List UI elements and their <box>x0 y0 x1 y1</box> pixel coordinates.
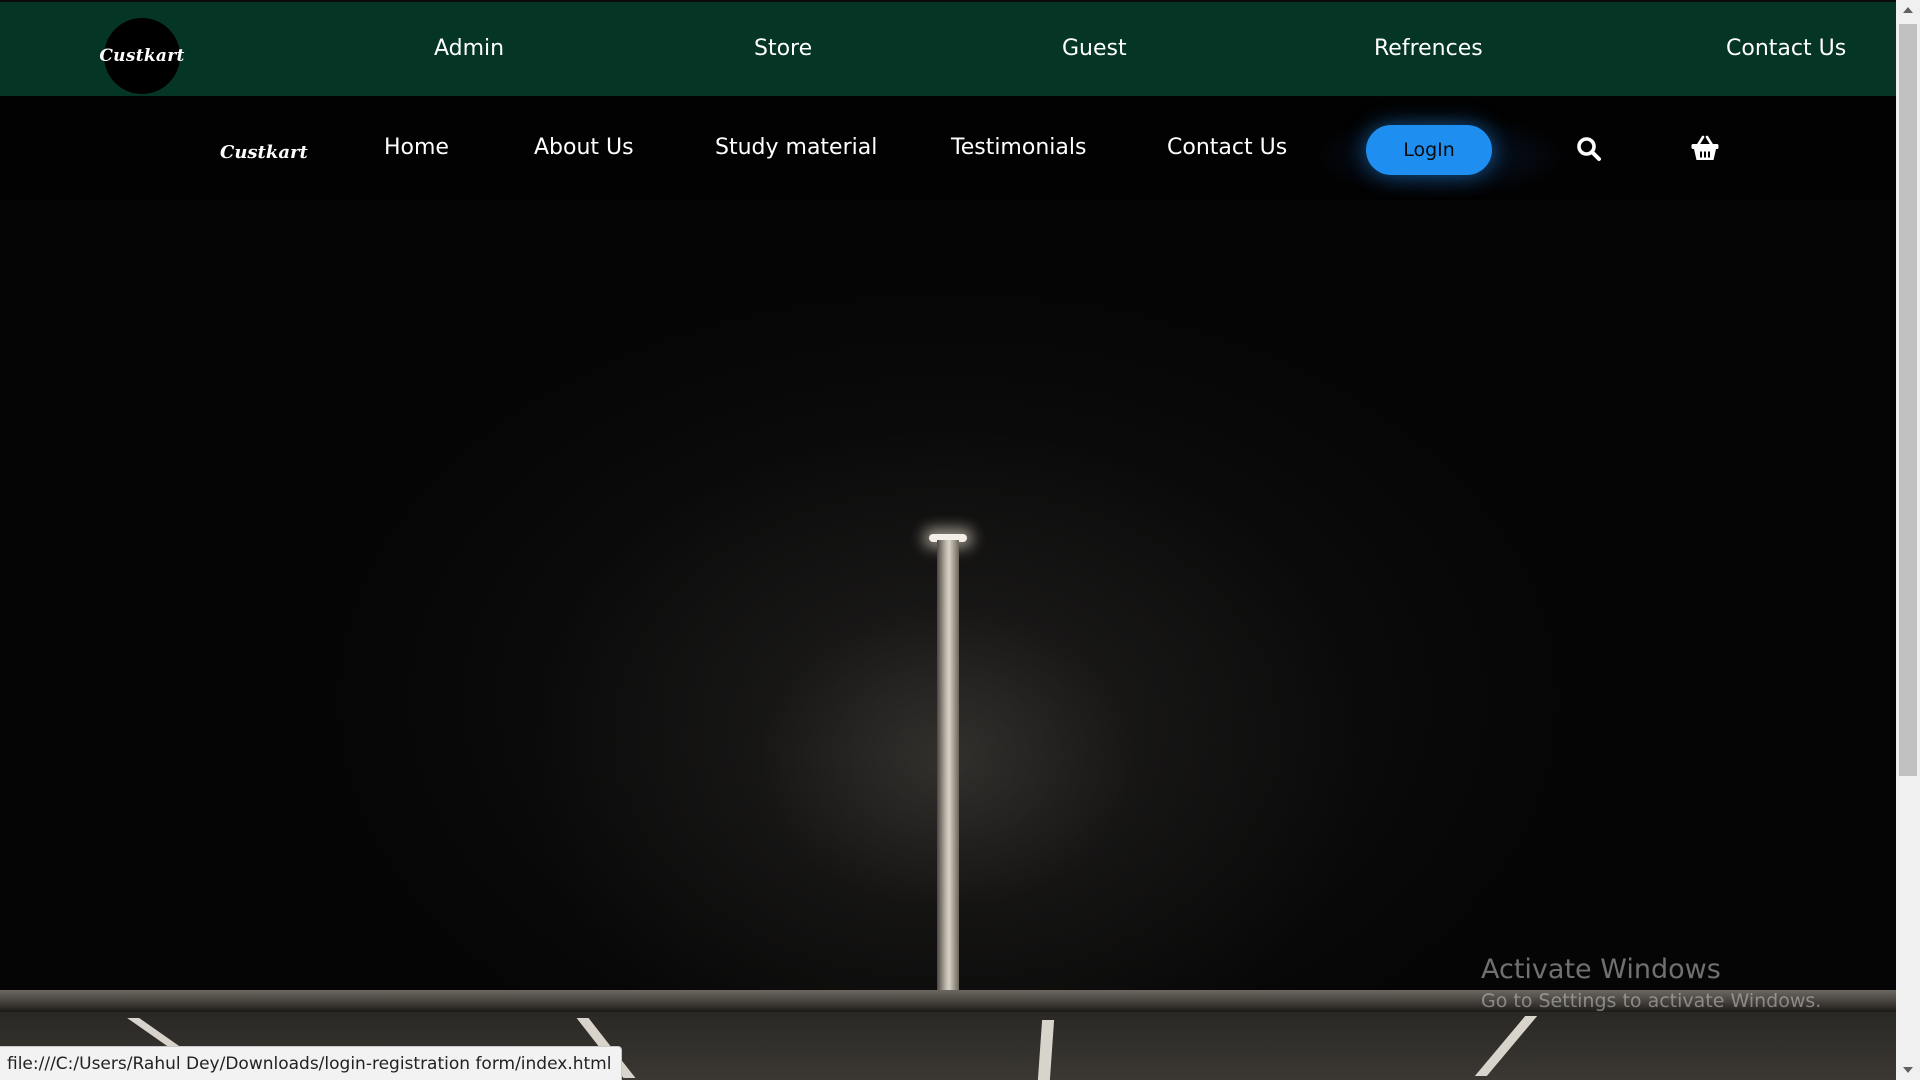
basket-icon[interactable] <box>1690 134 1722 166</box>
scroll-up-arrow-icon[interactable] <box>1896 0 1920 20</box>
top-navbar: Custkart Admin Store Guest Refrences Con… <box>0 0 1896 96</box>
scroll-down-arrow-icon[interactable] <box>1896 1060 1920 1080</box>
vertical-scrollbar[interactable] <box>1896 0 1920 1080</box>
top-nav-guest[interactable]: Guest <box>1062 35 1127 63</box>
scroll-thumb[interactable] <box>1899 24 1917 776</box>
parking-stripe <box>1474 1016 1538 1076</box>
status-bar-url: file:///C:/Users/Rahul Dey/Downloads/log… <box>0 1046 623 1080</box>
main-navbar: Custkart Home About Us Study material Te… <box>0 96 1896 200</box>
street-lamp-pole <box>937 540 959 995</box>
nav-contact-us[interactable]: Contact Us <box>1167 134 1287 162</box>
activate-windows-watermark: Activate Windows Go to Settings to activ… <box>1481 953 1821 1015</box>
login-button[interactable]: LogIn <box>1366 125 1492 175</box>
nav-home[interactable]: Home <box>384 134 449 162</box>
logo-text: Custkart <box>99 46 185 66</box>
top-nav-admin[interactable]: Admin <box>434 35 504 63</box>
watermark-subtitle: Go to Settings to activate Windows. <box>1481 990 1822 1012</box>
browser-viewport: Custkart Admin Store Guest Refrences Con… <box>0 0 1896 1080</box>
search-icon[interactable] <box>1576 136 1608 168</box>
nav-study-material[interactable]: Study material <box>715 134 877 162</box>
top-nav-refrences[interactable]: Refrences <box>1374 35 1483 63</box>
nav-about-us[interactable]: About Us <box>534 134 634 162</box>
top-nav-contact-us[interactable]: Contact Us <box>1726 35 1846 63</box>
watermark-title: Activate Windows <box>1481 954 1721 985</box>
site-logo[interactable]: Custkart <box>99 18 184 94</box>
brand-name[interactable]: Custkart <box>220 142 308 163</box>
top-nav-store[interactable]: Store <box>754 35 812 63</box>
nav-testimonials[interactable]: Testimonials <box>951 134 1086 162</box>
hero-background-image <box>0 200 1896 1080</box>
parking-stripe <box>1037 1020 1055 1080</box>
